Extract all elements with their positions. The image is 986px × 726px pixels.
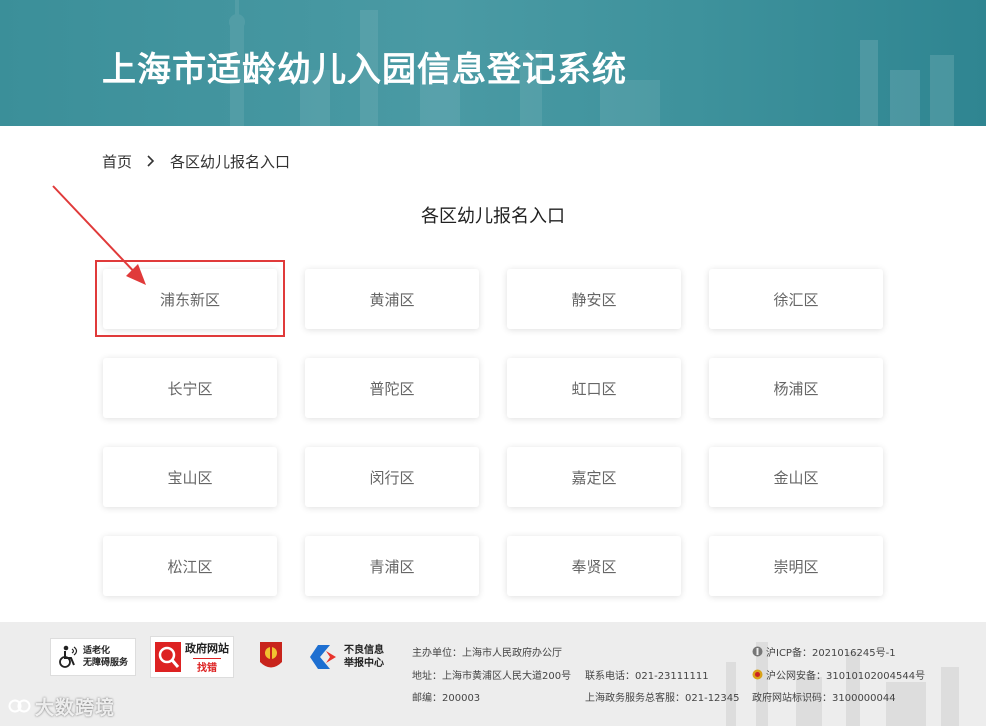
district-card-huangpu[interactable]: 黄浦区 [305, 269, 479, 329]
district-card-minhang[interactable]: 闵行区 [305, 447, 479, 507]
accessibility-service-badge[interactable]: 适老化 无障碍服务 [50, 638, 136, 676]
district-card-putuo[interactable]: 普陀区 [305, 358, 479, 418]
district-card-xuhui[interactable]: 徐汇区 [709, 269, 883, 329]
district-card-jinshan[interactable]: 金山区 [709, 447, 883, 507]
footer-site-id-text: 政府网站标识码：3100000044 [752, 693, 896, 704]
chevron-right-icon [147, 155, 155, 167]
party-emblem-icon [260, 642, 282, 668]
footer: 适老化 无障碍服务 政府网站 找错 不良信息 举报中心 主办单位：上海市人民政府… [0, 622, 986, 726]
district-card-baoshan[interactable]: 宝山区 [103, 447, 277, 507]
district-card-changning[interactable]: 长宁区 [103, 358, 277, 418]
footer-address-text: 地址：上海市黄浦区人民大道200号 [412, 671, 572, 682]
magnifier-icon [155, 642, 181, 672]
footer-police[interactable]: 沪公网安备：31010102004544号 [752, 667, 925, 682]
district-card-songjiang[interactable]: 松江区 [103, 536, 277, 596]
breadcrumb: 首页 各区幼儿报名入口 [102, 150, 290, 172]
district-card-yangpu[interactable]: 杨浦区 [709, 358, 883, 418]
watermark-text: 大数跨境 [35, 696, 116, 719]
footer-zip-text: 邮编：200003 [412, 693, 481, 704]
watermark-icon [8, 699, 31, 713]
footer-icp[interactable]: 沪ICP备：2021016245号-1 [752, 644, 896, 659]
gov-site-error-badge[interactable]: 政府网站 找错 [150, 636, 234, 678]
header-banner: 上海市适龄幼儿入园信息登记系统 [0, 0, 986, 126]
accessibility-label-line2: 无障碍服务 [83, 658, 129, 668]
district-card-jingan[interactable]: 静安区 [507, 269, 681, 329]
footer-phone-text: 联系电话：021-23111111 [585, 671, 709, 682]
report-center-badge[interactable]: 不良信息 举报中心 [308, 638, 398, 676]
district-card-qingpu[interactable]: 青浦区 [305, 536, 479, 596]
district-card-pudong[interactable]: 浦东新区 [103, 269, 277, 329]
district-card-hongkou[interactable]: 虹口区 [507, 358, 681, 418]
footer-police-text: 沪公网安备：31010102004544号 [766, 671, 926, 682]
party-emblem-badge[interactable] [258, 640, 284, 674]
police-emblem-icon [752, 669, 763, 680]
find-error-label: 找错 [193, 658, 221, 674]
footer-hotline-text: 上海政务服务总客服：021-12345 [585, 693, 740, 704]
icp-icon [752, 646, 763, 657]
page-title: 上海市适龄幼儿入园信息登记系统 [102, 50, 627, 90]
district-card-fengxian[interactable]: 奉贤区 [507, 536, 681, 596]
section-title: 各区幼儿报名入口 [421, 206, 565, 227]
district-grid: 浦东新区 黄浦区 静安区 徐汇区 长宁区 普陀区 虹口区 杨浦区 宝山区 闵行区… [103, 269, 885, 599]
report-label-line1: 不良信息 [344, 645, 384, 656]
footer-host-text: 主办单位：上海市人民政府办公厅 [412, 648, 562, 659]
report-label-line2: 举报中心 [344, 658, 384, 669]
district-card-chongming[interactable]: 崇明区 [709, 536, 883, 596]
watermark-logo: 大数跨境 [8, 694, 116, 719]
footer-icp-text: 沪ICP备：2021016245号-1 [766, 648, 896, 659]
gov-site-label: 政府网站 [185, 642, 229, 655]
wheelchair-icon [59, 645, 78, 668]
breadcrumb-current: 各区幼儿报名入口 [170, 152, 291, 171]
accessibility-label-line1: 适老化 [83, 646, 111, 656]
report-center-icon [310, 645, 336, 669]
district-card-jiading[interactable]: 嘉定区 [507, 447, 681, 507]
breadcrumb-home-link[interactable]: 首页 [102, 151, 132, 172]
